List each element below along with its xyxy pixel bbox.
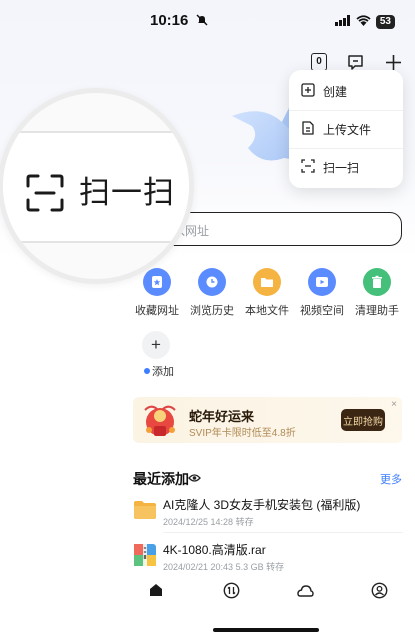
new-year-gift-icon <box>139 400 181 447</box>
tool-history[interactable]: 浏览历史 <box>184 268 240 318</box>
add-tool-button[interactable]: + <box>142 331 172 359</box>
tool-label: 收藏网址 <box>135 305 179 317</box>
tool-local-files[interactable]: 本地文件 <box>239 268 295 318</box>
transfer-icon[interactable] <box>221 580 241 600</box>
status-indicators: 53 <box>334 13 395 31</box>
signal-icon <box>334 13 351 31</box>
magnifier-overlay: 扫一扫 <box>0 88 194 284</box>
recent-section-title: 最近添加 <box>133 471 189 487</box>
menu-item-label: 扫一扫 <box>323 161 360 175</box>
scan-icon <box>25 173 65 218</box>
more-link[interactable]: 更多 <box>380 471 402 487</box>
new-dot-indicator <box>144 368 150 374</box>
scan-icon <box>301 159 315 176</box>
promo-buy-button[interactable]: 立即抢购 <box>341 409 385 431</box>
add-tool-label: 添加 <box>144 363 174 379</box>
tool-label: 清理助手 <box>355 305 399 317</box>
status-time: 10:16 <box>150 12 189 29</box>
tool-label: 浏览历史 <box>190 305 234 317</box>
file-name: 4K-1080.高清版.rar <box>163 543 266 557</box>
top-actions: 0 <box>311 52 403 72</box>
home-indicator <box>213 628 319 632</box>
status-bar: 10:16 53 <box>0 0 415 40</box>
plus-icon: + <box>142 331 170 359</box>
menu-item-upload[interactable]: 上传文件 <box>289 110 403 148</box>
row-divider <box>163 532 403 533</box>
wifi-icon <box>356 13 371 31</box>
folder-icon <box>133 498 157 522</box>
tool-favorites[interactable]: 收藏网址 <box>129 268 185 318</box>
file-meta: 2024/02/21 20:43 5.3 GB 转存 <box>163 562 285 572</box>
magnifier-label: 扫一扫 <box>79 175 175 210</box>
file-row[interactable]: AI克隆人 3D女友手机安装包 (福利版) 2024/12/25 14:28 转… <box>133 495 403 535</box>
transfer-count-badge[interactable]: 0 <box>311 53 327 71</box>
bell-off-icon <box>196 13 208 31</box>
promo-subtitle: SVIP年卡限时低至4.8折 <box>189 428 296 439</box>
promo-banner[interactable]: 蛇年好运来 SVIP年卡限时低至4.8折 立即抢购 × <box>133 397 402 443</box>
eye-icon[interactable] <box>188 471 201 489</box>
create-icon <box>301 82 315 100</box>
battery-level: 53 <box>375 15 395 29</box>
promo-title: 蛇年好运来 <box>189 409 255 424</box>
clock-icon <box>198 268 226 296</box>
message-icon[interactable] <box>345 52 365 72</box>
add-dropdown-menu: 创建 上传文件 扫一扫 <box>289 70 403 188</box>
archive-icon <box>133 543 157 567</box>
star-icon <box>143 268 171 296</box>
cloud-icon[interactable] <box>295 580 315 600</box>
tool-label: 视频空间 <box>300 305 344 317</box>
menu-item-create[interactable]: 创建 <box>289 72 403 110</box>
file-row[interactable]: 4K-1080.高清版.rar 2024/02/21 20:43 5.3 GB … <box>133 540 403 580</box>
plus-icon[interactable] <box>383 52 403 72</box>
trash-icon <box>363 268 391 296</box>
file-meta: 2024/12/25 14:28 转存 <box>163 517 254 527</box>
menu-item-scan[interactable]: 扫一扫 <box>289 148 403 186</box>
bottom-nav <box>0 578 415 606</box>
tool-video-space[interactable]: 视频空间 <box>294 268 350 318</box>
menu-item-label: 上传文件 <box>323 123 372 137</box>
file-name: AI克隆人 3D女友手机安装包 (福利版) <box>163 498 361 512</box>
folder-icon <box>253 268 281 296</box>
menu-item-label: 创建 <box>323 84 348 99</box>
tool-label: 本地文件 <box>245 305 289 317</box>
upload-file-icon <box>301 121 315 138</box>
close-icon[interactable]: × <box>391 399 397 410</box>
profile-icon[interactable] <box>369 580 389 600</box>
home-icon[interactable] <box>146 580 166 600</box>
video-icon <box>308 268 336 296</box>
tool-cleaner[interactable]: 清理助手 <box>349 268 405 318</box>
